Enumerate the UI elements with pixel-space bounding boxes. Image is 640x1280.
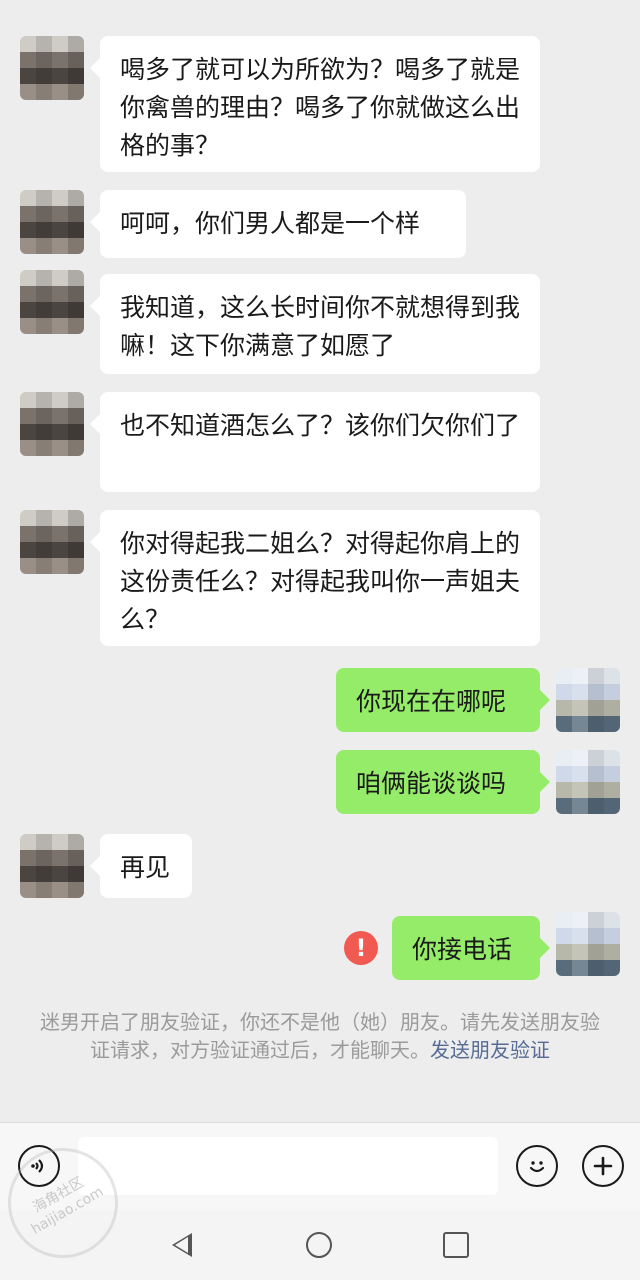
message-bubble[interactable]: 你接电话 <box>392 916 550 980</box>
message-bubble[interactable]: 你对得起我二姐么？对得起你肩上的这份责任么？对得起我叫你一声姐夫么？ <box>90 510 540 646</box>
contact-avatar[interactable] <box>20 834 84 898</box>
emoji-glyph <box>529 1161 545 1173</box>
self-avatar[interactable] <box>556 668 620 732</box>
contact-avatar[interactable] <box>20 392 84 456</box>
self-avatar[interactable] <box>556 750 620 814</box>
home-icon[interactable] <box>306 1232 332 1258</box>
message-text: 再见 <box>120 853 171 882</box>
plus-icon[interactable] <box>582 1145 624 1187</box>
message-text: 咱俩能谈谈吗 <box>356 769 507 798</box>
recents-icon[interactable] <box>443 1232 469 1258</box>
message-input[interactable] <box>78 1137 498 1195</box>
send-friend-verification-link[interactable]: 发送朋友验证 <box>430 1038 550 1062</box>
message-text: 你现在在哪呢 <box>356 687 507 716</box>
message-text: 呵呵，你们男人都是一个样 <box>120 209 421 238</box>
message-bubble[interactable]: 你现在在哪呢 <box>336 668 550 732</box>
message-text: 也不知道酒怎么了？该你们欠你们了 <box>120 411 521 440</box>
system-notice: 迷男开启了朋友验证，你还不是他（她）朋友。请先发送朋友验证请求，对方验证通过后，… <box>40 1008 600 1064</box>
message-bubble[interactable]: 也不知道酒怎么了？该你们欠你们了 <box>90 392 540 492</box>
contact-avatar[interactable] <box>20 190 84 254</box>
message-bubble[interactable]: 喝多了就可以为所欲为？喝多了就是你禽兽的理由？喝多了你就做这么出格的事？ <box>90 36 540 172</box>
message-bubble[interactable]: 再见 <box>90 834 192 898</box>
message-bubble[interactable]: 咱俩能谈谈吗 <box>336 750 550 814</box>
message-bubble[interactable]: 呵呵，你们男人都是一个样 <box>90 190 466 258</box>
contact-avatar[interactable] <box>20 270 84 334</box>
contact-avatar[interactable] <box>20 36 84 100</box>
message-text: 你接电话 <box>412 935 513 964</box>
message-text: 你对得起我二姐么？对得起你肩上的这份责任么？对得起我叫你一声姐夫么？ <box>120 529 521 634</box>
emoji-icon[interactable] <box>516 1145 558 1187</box>
message-bubble[interactable]: 我知道，这么长时间你不就想得到我嘛！这下你满意了如愿了 <box>90 274 540 374</box>
message-text: 喝多了就可以为所欲为？喝多了就是你禽兽的理由？喝多了你就做这么出格的事？ <box>120 55 521 160</box>
back-icon[interactable] <box>172 1233 192 1257</box>
message-text: 我知道，这么长时间你不就想得到我嘛！这下你满意了如愿了 <box>120 293 521 360</box>
self-avatar[interactable] <box>556 912 620 976</box>
error-icon[interactable]: ! <box>344 931 378 965</box>
contact-avatar[interactable] <box>20 510 84 574</box>
plus-glyph <box>593 1156 613 1176</box>
